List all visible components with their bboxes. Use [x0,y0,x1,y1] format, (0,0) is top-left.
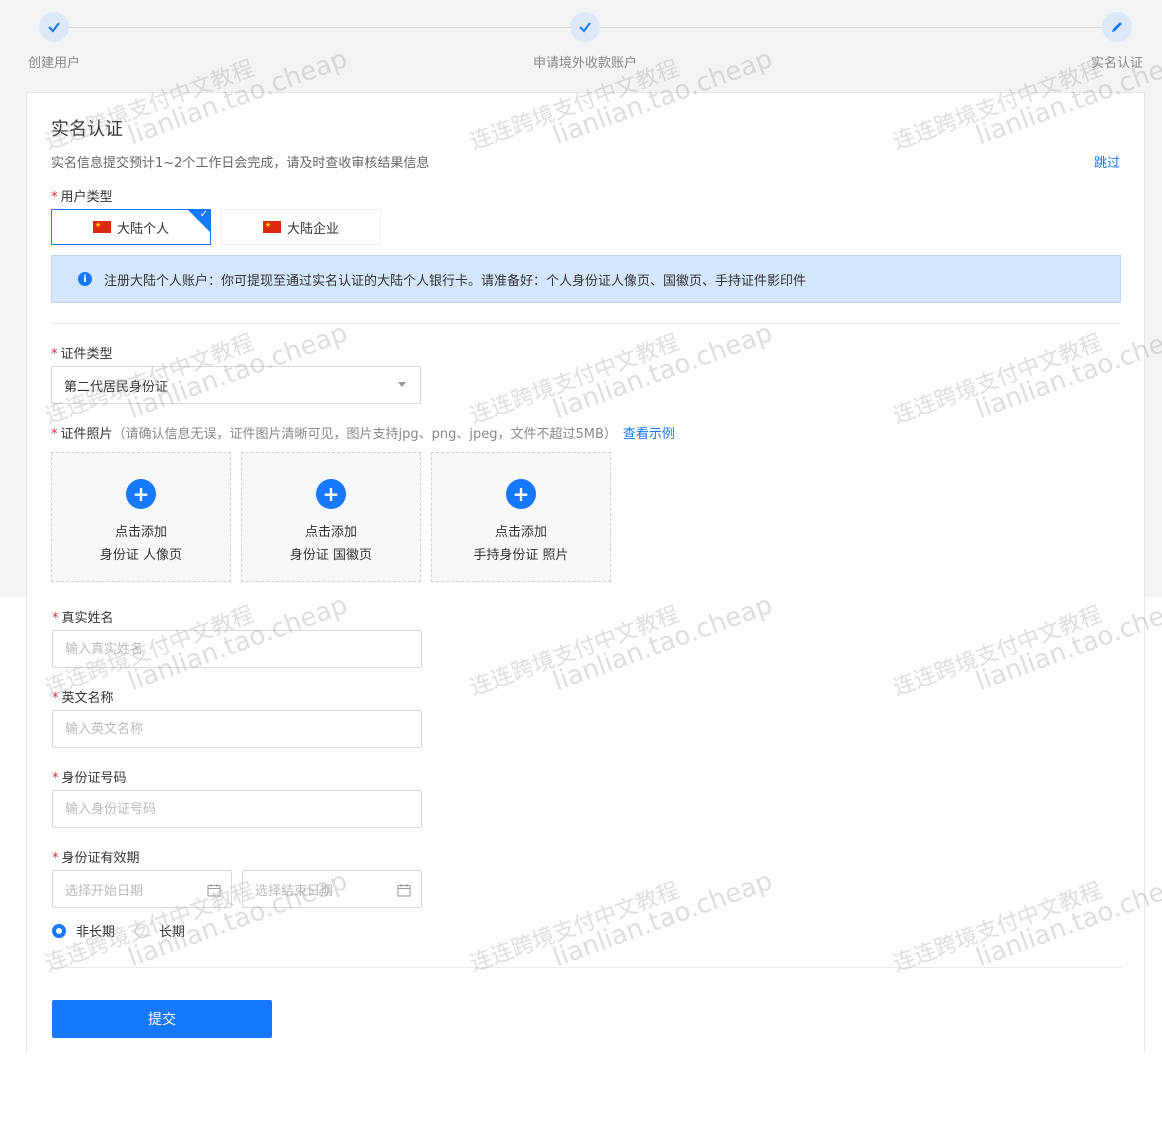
step-label: 申请境外收款账户 [532,56,637,71]
id-number-label: * 身份证号码 [52,771,127,786]
real-name-label: * 真实姓名 [52,611,114,626]
pencil-icon [1102,12,1132,42]
plus-icon: + [126,479,156,509]
page-title: 实名认证 [51,119,123,140]
info-icon: i [78,272,92,286]
check-icon [570,12,600,42]
user-type-mainland-individual[interactable]: 大陆个人 ✓ [51,209,211,245]
china-flag-icon [262,220,281,233]
id-type-select[interactable]: 第二代居民身份证 [51,366,421,404]
step-label: 实名认证 [1090,56,1143,71]
english-name-input[interactable] [52,710,422,748]
submit-button[interactable]: 提交 [52,1000,272,1038]
china-flag-icon [92,220,111,233]
divider [51,323,1121,324]
radio-circle [52,923,66,938]
check-icon [39,12,69,42]
user-type-mainland-enterprise[interactable]: 大陆企业 [221,209,381,245]
caret-down-icon [398,382,406,387]
view-example-link[interactable]: 查看示例 [623,427,675,442]
user-type-label: * 用户类型 [51,190,113,205]
skip-link[interactable]: 跳过 [1094,152,1120,171]
upload-id-handheld[interactable]: + 点击添加 手持身份证 照片 [431,452,611,582]
step-create-user: 创建用户 [0,12,134,71]
plus-icon: + [506,479,536,509]
calendar-icon [397,883,411,901]
check-icon: ✓ [199,209,208,220]
id-photo-label: * 证件照片（请确认信息无误，证件图片清晰可见，图片支持jpg、png、jpeg，… [51,427,675,442]
end-date-picker[interactable]: 选择结束日期 [242,870,422,908]
real-name-input[interactable] [52,630,422,668]
start-date-picker[interactable]: 选择开始日期 [52,870,232,908]
real-name-form-card: 实名认证 实名信息提交预计1~2个工作日会完成，请及时查收审核结果信息 跳过 *… [26,92,1145,1052]
id-number-input[interactable] [52,790,422,828]
calendar-icon [207,883,221,901]
step-label: 创建用户 [27,56,80,71]
form-subtitle: 实名信息提交预计1~2个工作日会完成，请及时查收审核结果信息 [51,156,430,171]
id-validity-label: * 身份证有效期 [52,851,140,866]
step-real-name: 实名认证 [1037,12,1162,71]
radio-permanent[interactable]: 长期 [135,921,185,940]
upload-id-front[interactable]: + 点击添加 身份证 人像页 [51,452,231,582]
step-apply-account: 申请境外收款账户 [505,12,665,71]
divider [52,967,1122,968]
radio-non-permanent[interactable]: 非长期 [52,921,115,940]
id-type-label: * 证件类型 [51,347,113,362]
plus-icon: + [316,479,346,509]
english-name-label: * 英文名称 [52,691,114,706]
info-alert: i 注册大陆个人账户：你可提现至通过实名认证的大陆个人银行卡。请准备好：个人身份… [51,255,1121,303]
upload-id-back[interactable]: + 点击添加 身份证 国徽页 [241,452,421,582]
validity-radio-group: 非长期 长期 [52,921,185,940]
radio-circle [135,923,150,938]
